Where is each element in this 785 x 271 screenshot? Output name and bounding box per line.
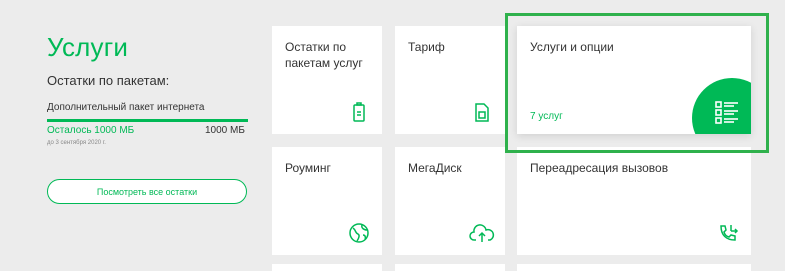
services-count: 7 услуг	[530, 111, 563, 122]
view-all-balances-button[interactable]: Посмотреть все остатки	[47, 179, 247, 204]
globe-icon	[348, 222, 370, 244]
card-tariff-label: Тариф	[408, 40, 445, 54]
page-title: Услуги	[47, 32, 129, 62]
card-tariff[interactable]: Тариф	[395, 26, 505, 134]
balances-subtitle: Остатки по пакетам:	[47, 73, 170, 88]
card-forwarding-label: Переадресация вызовов	[530, 161, 669, 175]
package-date: до 3 сентября 2020 г.	[47, 140, 106, 146]
package-remaining: Осталось 1000 МБ	[47, 125, 135, 136]
card-balances[interactable]: Остатки по пакетам услуг	[272, 26, 382, 134]
card-services-label: Услуги и опции	[530, 40, 614, 54]
card-services-options[interactable]: Услуги и опции 7 услуг	[517, 26, 751, 134]
services-icon-circle	[692, 78, 751, 134]
phone-forward-icon	[717, 222, 739, 244]
card-call-forwarding[interactable]: Переадресация вызовов	[517, 147, 751, 255]
card-balances-label: Остатки по пакетам услуг	[285, 40, 363, 70]
card-partial-bottom-1	[272, 264, 382, 271]
package-name: Дополнительный пакет интернета	[47, 102, 205, 113]
sim-card-icon	[471, 101, 493, 123]
card-partial-bottom-2	[395, 264, 505, 271]
card-partial-bottom-3	[517, 264, 751, 271]
card-megadisk-label: МегаДиск	[408, 161, 462, 175]
list-icon	[715, 101, 738, 124]
package-total: 1000 МБ	[205, 125, 245, 136]
battery-icon	[348, 101, 370, 123]
card-megadisk[interactable]: МегаДиск	[395, 147, 505, 255]
package-progress-bar	[47, 119, 248, 122]
card-roaming[interactable]: Роуминг	[272, 147, 382, 255]
cloud-upload-icon	[469, 222, 495, 244]
card-roaming-label: Роуминг	[285, 161, 331, 175]
package-progress-fill	[47, 119, 248, 122]
